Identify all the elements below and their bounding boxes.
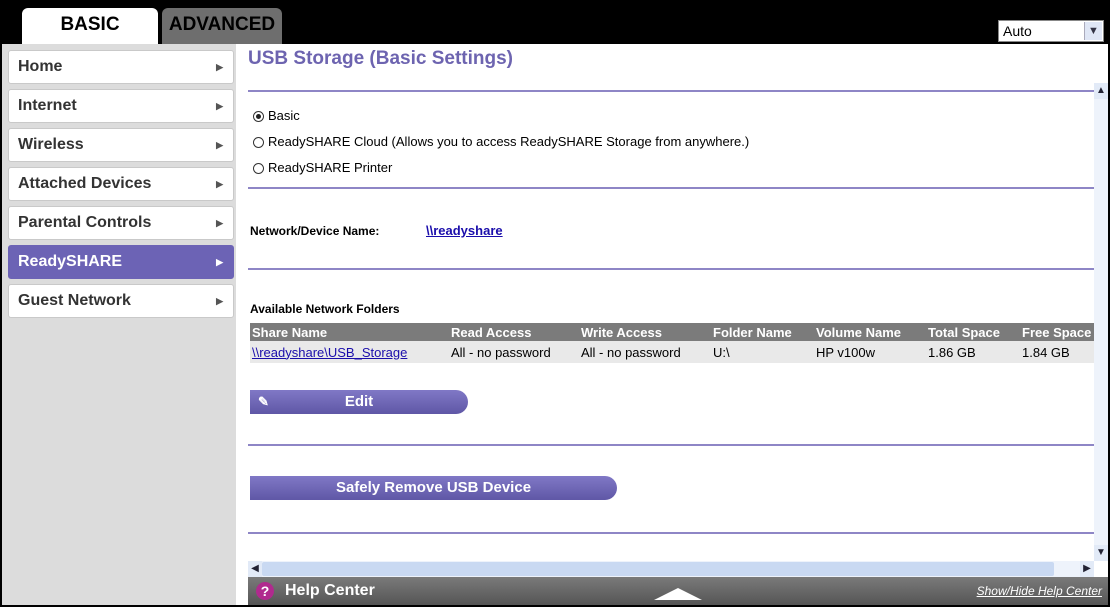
page-title: USB Storage (Basic Settings) bbox=[248, 48, 513, 69]
chevron-right-icon: ▶ bbox=[216, 62, 223, 72]
sidebar-item-label: Parental Controls bbox=[18, 214, 152, 231]
table-cell: HP v100w bbox=[814, 341, 926, 363]
language-select-value: Auto bbox=[1003, 23, 1032, 39]
scroll-left-icon[interactable]: ◀ bbox=[248, 561, 262, 577]
table-cell: U:\ bbox=[711, 341, 814, 363]
edit-button[interactable]: ✎ Edit bbox=[250, 390, 468, 414]
table-header-row: Share Name Read Access Write Access Fold… bbox=[250, 323, 1094, 341]
vertical-scrollbar[interactable]: ▲ ▼ bbox=[1094, 83, 1108, 561]
radio-label: ReadySHARE Cloud (Allows you to access R… bbox=[268, 134, 750, 149]
column-header: Free Space bbox=[1020, 323, 1094, 341]
chevron-right-icon: ▶ bbox=[216, 257, 223, 267]
folders-title: Available Network Folders bbox=[250, 302, 400, 316]
scroll-right-icon[interactable]: ▶ bbox=[1080, 561, 1094, 577]
table-row: \\readyshare\USB_Storage All - no passwo… bbox=[250, 341, 1094, 363]
help-icon[interactable]: ? bbox=[256, 582, 274, 600]
chevron-right-icon: ▶ bbox=[216, 101, 223, 111]
chevron-right-icon: ▶ bbox=[216, 140, 223, 150]
language-select[interactable]: Auto ▼ bbox=[998, 20, 1104, 42]
radio-readyshare-printer[interactable]: ReadySHARE Printer bbox=[253, 159, 392, 177]
share-name-link[interactable]: \\readyshare\USB_Storage bbox=[250, 341, 449, 363]
scroll-up-icon[interactable]: ▲ bbox=[1094, 83, 1108, 99]
help-center-bar: ? Help Center Show/Hide Help Center bbox=[248, 577, 1108, 605]
radio-label: Basic bbox=[268, 108, 300, 123]
divider bbox=[248, 444, 1094, 446]
router-admin-window: BASIC ADVANCED Auto ▼ Home ▶ Internet ▶ … bbox=[0, 0, 1110, 607]
sidebar-item-wireless[interactable]: Wireless ▶ bbox=[8, 128, 234, 162]
divider bbox=[248, 268, 1094, 270]
chevron-right-icon: ▶ bbox=[216, 179, 223, 189]
radio-basic[interactable]: Basic bbox=[253, 107, 300, 125]
show-hide-help-link[interactable]: Show/Hide Help Center bbox=[977, 584, 1102, 598]
column-header: Read Access bbox=[449, 323, 579, 341]
divider bbox=[248, 532, 1094, 534]
device-name-link[interactable]: \\readyshare bbox=[426, 223, 503, 238]
help-center-label: Help Center bbox=[285, 582, 375, 599]
tab-advanced[interactable]: ADVANCED bbox=[162, 8, 282, 44]
edit-button-label: Edit bbox=[344, 393, 374, 410]
pencil-icon: ✎ bbox=[258, 394, 269, 409]
chevron-down-icon[interactable]: ▼ bbox=[1084, 22, 1102, 40]
table-cell: All - no password bbox=[579, 341, 711, 363]
sidebar-item-label: Internet bbox=[18, 97, 77, 114]
column-header: Write Access bbox=[579, 323, 711, 341]
tab-basic[interactable]: BASIC bbox=[22, 8, 158, 44]
radio-unselected-icon[interactable] bbox=[253, 163, 264, 174]
main-content: USB Storage (Basic Settings) Basic Ready… bbox=[236, 44, 1094, 561]
table-cell: 1.86 GB bbox=[926, 341, 1020, 363]
chevron-right-icon: ▶ bbox=[216, 296, 223, 306]
scroll-down-icon[interactable]: ▼ bbox=[1094, 545, 1108, 561]
sidebar-item-internet[interactable]: Internet ▶ bbox=[8, 89, 234, 123]
sidebar: Home ▶ Internet ▶ Wireless ▶ Attached De… bbox=[2, 44, 236, 605]
chevron-right-icon: ▶ bbox=[216, 218, 223, 228]
divider bbox=[248, 187, 1094, 189]
sidebar-item-home[interactable]: Home ▶ bbox=[8, 50, 234, 84]
column-header: Folder Name bbox=[711, 323, 814, 341]
horizontal-scrollbar[interactable]: ◀ ▶ bbox=[248, 561, 1094, 577]
divider bbox=[248, 90, 1094, 92]
network-folders-table: Share Name Read Access Write Access Fold… bbox=[250, 323, 1094, 363]
expand-arrow-icon[interactable] bbox=[654, 588, 702, 600]
radio-selected-icon[interactable] bbox=[253, 111, 264, 122]
sidebar-item-label: Wireless bbox=[18, 136, 84, 153]
safely-remove-usb-button[interactable]: Safely Remove USB Device bbox=[250, 476, 617, 500]
radio-unselected-icon[interactable] bbox=[253, 137, 264, 148]
column-header: Volume Name bbox=[814, 323, 926, 341]
device-name-label: Network/Device Name: bbox=[250, 224, 380, 238]
radio-label: ReadySHARE Printer bbox=[268, 160, 393, 175]
sidebar-item-readyshare[interactable]: ReadySHARE ▶ bbox=[8, 245, 234, 279]
table-cell: All - no password bbox=[449, 341, 579, 363]
sidebar-item-label: Guest Network bbox=[18, 292, 131, 309]
top-bar: BASIC ADVANCED Auto ▼ bbox=[2, 2, 1108, 44]
radio-readyshare-cloud[interactable]: ReadySHARE Cloud (Allows you to access R… bbox=[253, 133, 749, 151]
sidebar-item-guest-network[interactable]: Guest Network ▶ bbox=[8, 284, 234, 318]
table-cell: 1.84 GB bbox=[1020, 341, 1094, 363]
sidebar-item-attached-devices[interactable]: Attached Devices ▶ bbox=[8, 167, 234, 201]
column-header: Share Name bbox=[250, 323, 449, 341]
sidebar-item-label: Attached Devices bbox=[18, 175, 152, 192]
column-header: Total Space bbox=[926, 323, 1020, 341]
sidebar-item-label: Home bbox=[18, 58, 63, 75]
sidebar-item-label: ReadySHARE bbox=[18, 253, 123, 270]
remove-button-label: Safely Remove USB Device bbox=[335, 479, 532, 496]
scrollbar-thumb[interactable] bbox=[262, 562, 1054, 576]
sidebar-item-parental-controls[interactable]: Parental Controls ▶ bbox=[8, 206, 234, 240]
